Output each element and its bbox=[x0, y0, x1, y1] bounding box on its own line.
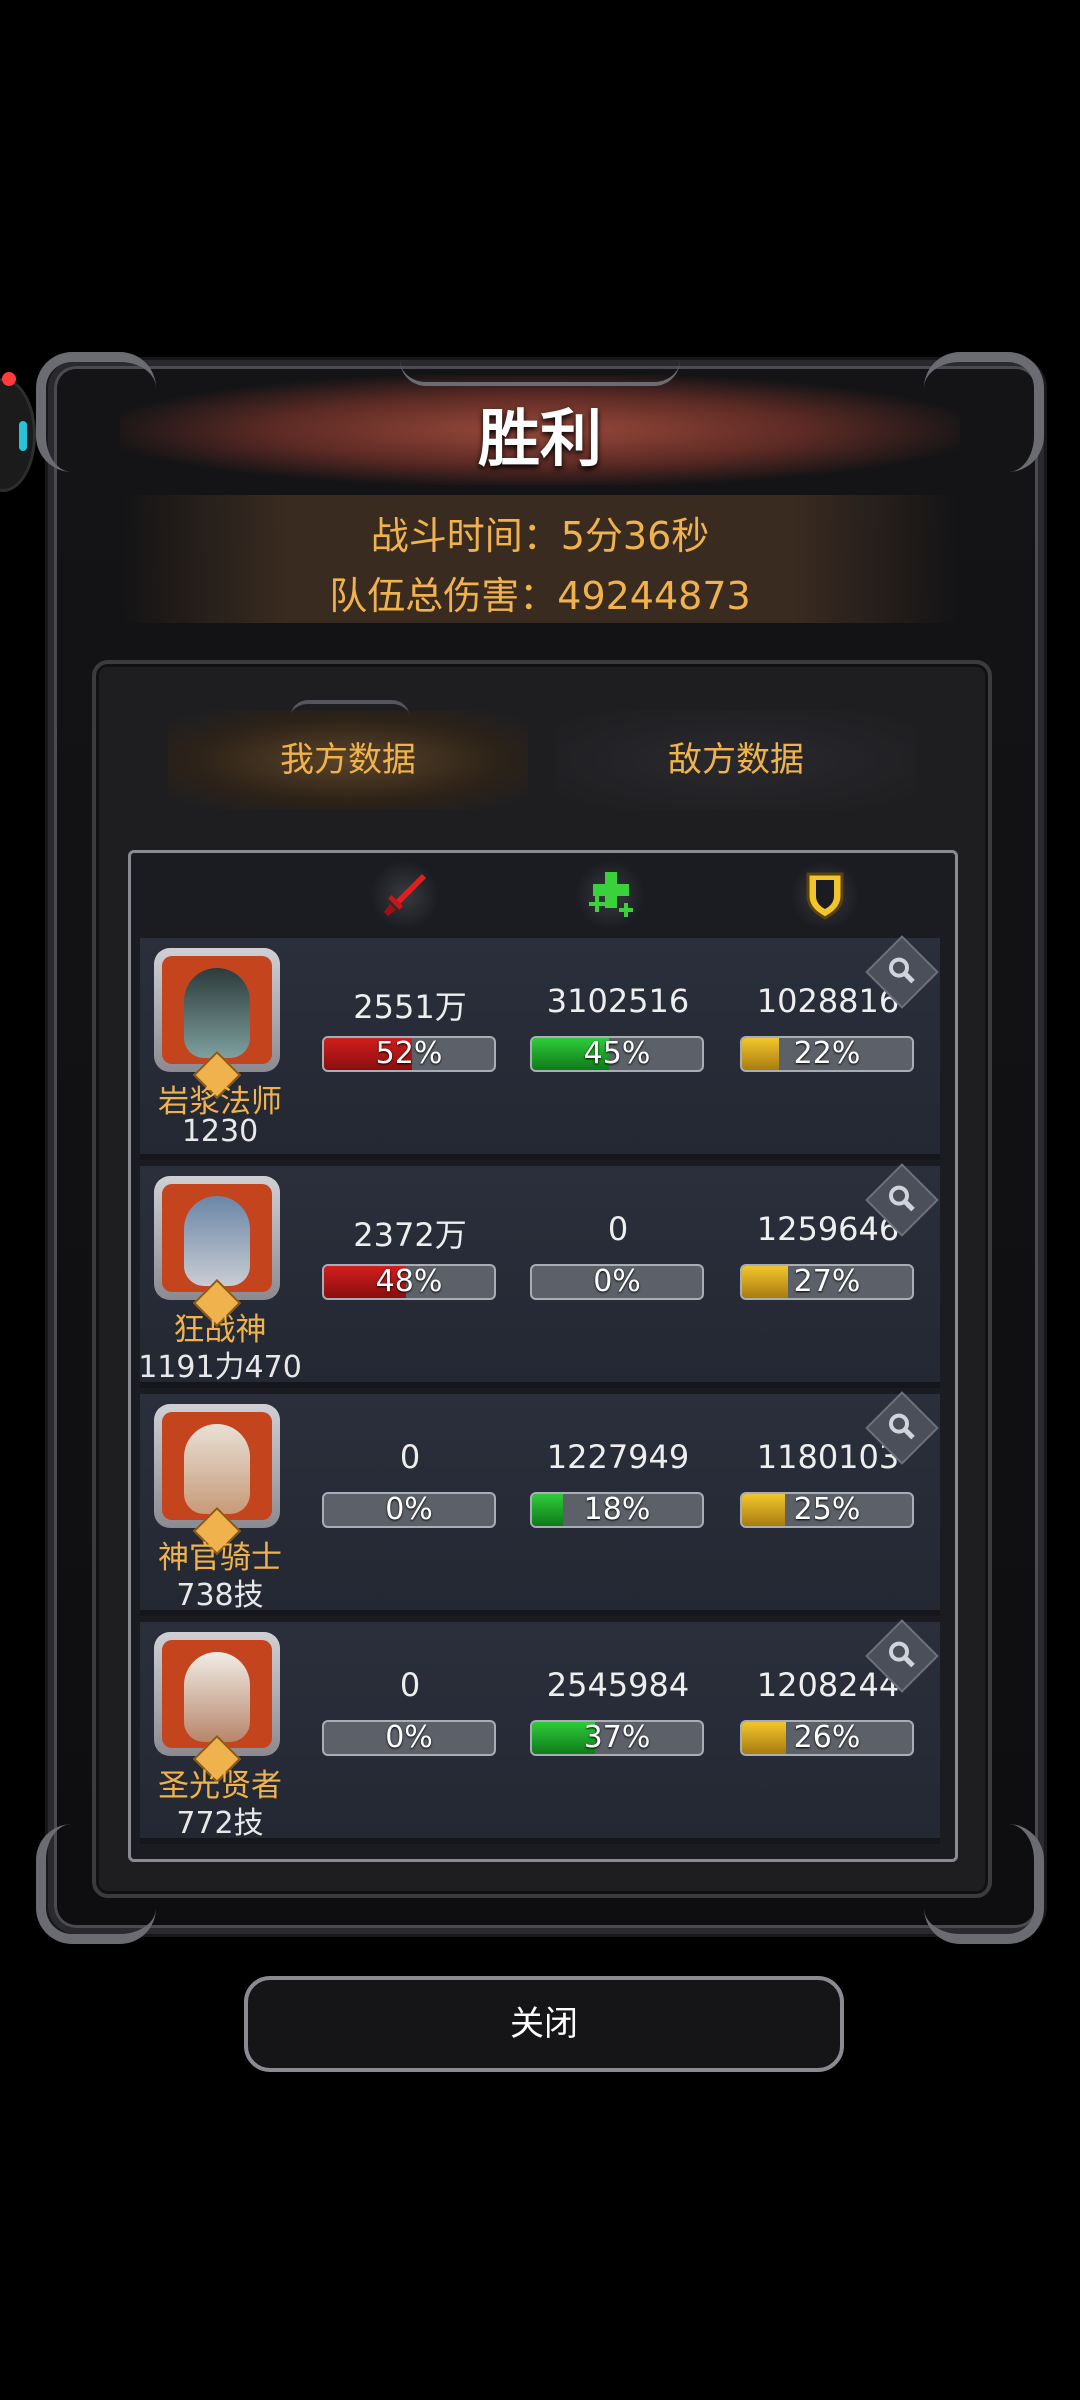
heal-value: 3102516 bbox=[546, 982, 690, 1020]
hero-row: 狂战神 1191力470 2372万 48% 0 0% 1259646 27% bbox=[138, 1163, 940, 1388]
hero-row: 岩浆法师 1230 2551万 52% 3102516 45% 1028816 … bbox=[140, 935, 940, 1160]
tank-bar: 27% bbox=[740, 1264, 914, 1300]
victory-title: 胜利 bbox=[477, 402, 602, 475]
damage-value: 2372万 bbox=[353, 1216, 467, 1254]
hero-power: 772技 bbox=[176, 1806, 264, 1841]
damage-value: 0 bbox=[399, 1438, 421, 1476]
heal-bar: 0% bbox=[530, 1264, 704, 1300]
heal-value: 0 bbox=[607, 1210, 629, 1248]
hero-row: 圣光贤者 772技 0 0% 2545984 37% 1208244 26% bbox=[140, 1619, 940, 1844]
team-damage: 队伍总伤害：49244873 bbox=[329, 574, 751, 618]
tank-bar: 26% bbox=[740, 1720, 914, 1756]
hero-portrait[interactable] bbox=[154, 1176, 280, 1328]
shield-icon bbox=[790, 860, 860, 930]
heal-value: 1227949 bbox=[546, 1438, 690, 1476]
hero-power: 1191力470 bbox=[138, 1350, 302, 1385]
hero-portrait[interactable] bbox=[154, 1404, 280, 1556]
battle-time: 战斗时间：5分36秒 bbox=[370, 514, 710, 558]
damage-bar: 48% bbox=[322, 1264, 496, 1300]
tank-bar: 25% bbox=[740, 1492, 914, 1528]
damage-value: 2551万 bbox=[353, 988, 467, 1026]
hero-portrait[interactable] bbox=[154, 1632, 280, 1784]
heal-bar: 45% bbox=[530, 1036, 704, 1072]
close-button[interactable]: 关闭 bbox=[244, 1976, 844, 2072]
tank-bar: 22% bbox=[740, 1036, 914, 1072]
damage-bar: 52% bbox=[322, 1036, 496, 1072]
tab-my-data[interactable]: 我方数据 bbox=[168, 710, 528, 810]
notification-dot bbox=[2, 372, 16, 386]
hero-portrait[interactable] bbox=[154, 948, 280, 1100]
heal-value: 2545984 bbox=[546, 1666, 690, 1704]
damage-bar: 0% bbox=[322, 1492, 496, 1528]
sword-icon bbox=[370, 860, 440, 930]
damage-bar: 0% bbox=[322, 1720, 496, 1756]
hero-row: 神官骑士 738技 0 0% 1227949 18% 1180103 25% bbox=[140, 1391, 940, 1616]
tab-enemy-data[interactable]: 敌方数据 bbox=[556, 710, 916, 810]
damage-value: 0 bbox=[399, 1666, 421, 1704]
hero-power: 738技 bbox=[176, 1578, 264, 1613]
heal-cross-icon bbox=[575, 860, 645, 930]
heal-bar: 37% bbox=[530, 1720, 704, 1756]
hero-power: 1230 bbox=[181, 1114, 259, 1149]
heal-bar: 18% bbox=[530, 1492, 704, 1528]
title-ornament bbox=[400, 360, 680, 386]
